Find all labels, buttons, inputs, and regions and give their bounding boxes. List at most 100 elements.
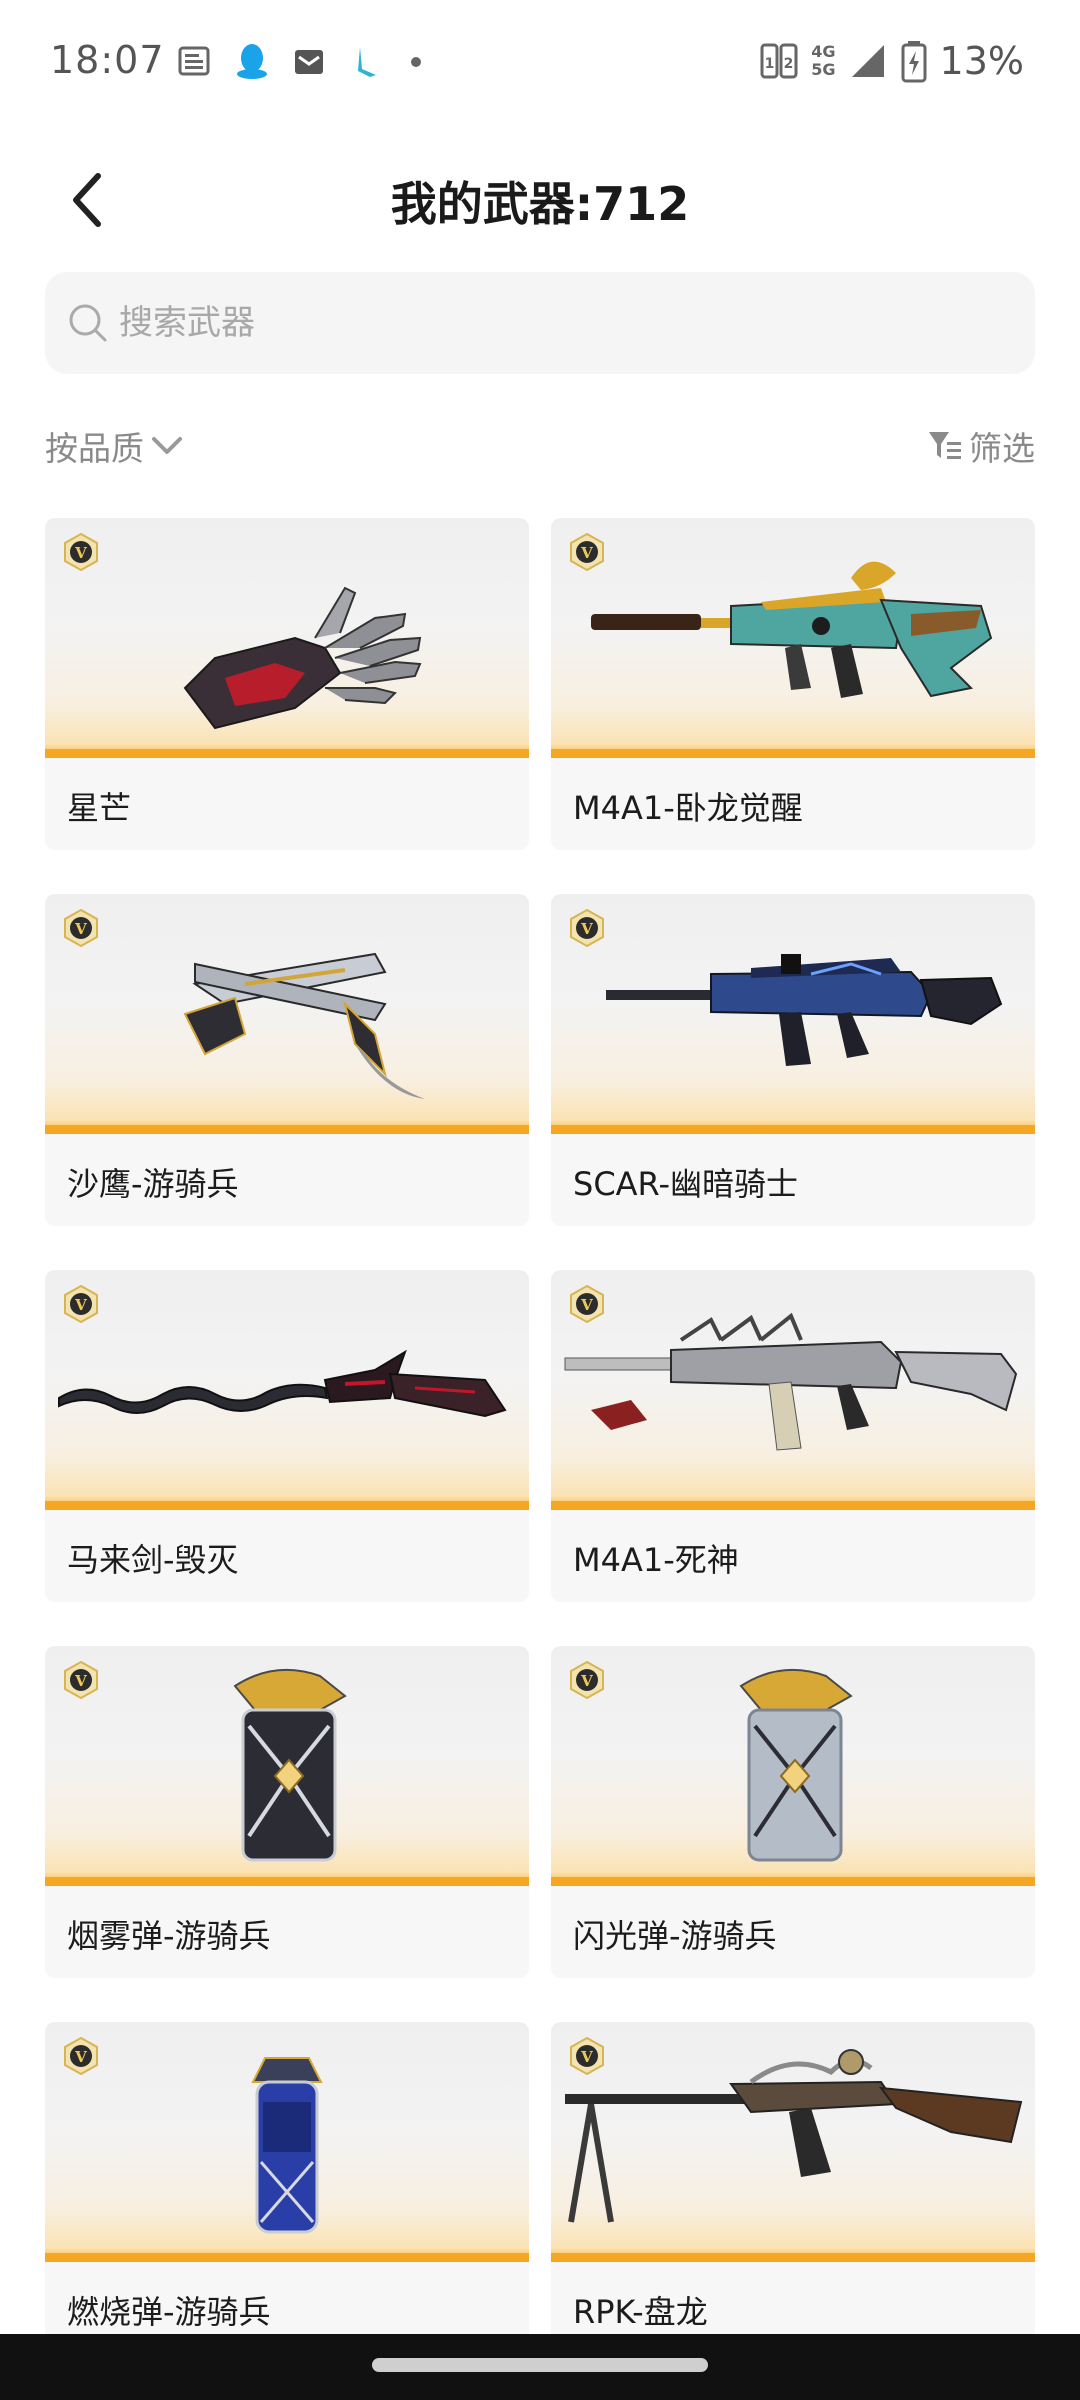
- svg-text:V: V: [74, 1672, 87, 1690]
- weapon-image: V: [45, 2022, 529, 2262]
- battery-icon: [901, 41, 927, 83]
- status-time: 18:07: [50, 38, 165, 82]
- rarity-bar: [551, 2253, 1035, 2262]
- vip-badge-icon: V: [64, 2036, 98, 2076]
- network-type: 4G 5G: [811, 43, 835, 79]
- sort-label: 按品质: [45, 429, 144, 468]
- svg-text:V: V: [580, 1672, 593, 1690]
- vip-badge-icon: V: [570, 908, 604, 948]
- svg-text:V: V: [580, 1296, 593, 1314]
- rarity-bar: [45, 1125, 529, 1134]
- home-indicator[interactable]: [372, 2358, 708, 2372]
- weapon-card[interactable]: V 沙鹰-游骑兵: [45, 894, 529, 1226]
- weapon-name: M4A1-死神: [573, 1541, 739, 1579]
- rarity-bar: [551, 1501, 1035, 1510]
- weapon-card[interactable]: V 烟雾弹-游骑兵: [45, 1646, 529, 1978]
- svg-text:2: 2: [784, 56, 794, 72]
- machine-gun-icon: [565, 2049, 1023, 2223]
- weapon-card[interactable]: V 马来剑-毁灭: [45, 1270, 529, 1602]
- weapon-image: V: [551, 894, 1035, 1134]
- sword-icon: [58, 1349, 507, 1418]
- svg-text:V: V: [74, 544, 87, 562]
- weapon-image: V: [45, 1270, 529, 1510]
- weapon-image: V: [551, 518, 1035, 758]
- rarity-bar: [551, 1125, 1035, 1134]
- svg-text:V: V: [74, 1296, 87, 1314]
- search-icon: [69, 304, 107, 342]
- network-label-4g: 4G: [811, 42, 836, 61]
- filter-label: 筛选: [969, 429, 1035, 468]
- weapon-name: 马来剑-毁灭: [67, 1541, 239, 1579]
- svg-text:V: V: [74, 2048, 87, 2066]
- vip-badge-icon: V: [64, 908, 98, 948]
- sort-dropdown[interactable]: 按品质: [45, 420, 184, 472]
- weapon-name: 沙鹰-游骑兵: [67, 1165, 239, 1203]
- grenade-icon: [233, 1668, 347, 1862]
- filter-icon: [929, 432, 961, 459]
- rarity-bar: [45, 1877, 529, 1886]
- weapon-card[interactable]: V SCAR-幽暗骑士: [551, 894, 1035, 1226]
- rifle-icon: [564, 1312, 1018, 1451]
- system-icons: 12 4G 5G 13%: [759, 36, 1024, 86]
- news-icon: [178, 46, 210, 76]
- qq-icon: [237, 44, 267, 79]
- weapon-card[interactable]: V M4A1-卧龙觉醒: [551, 518, 1035, 850]
- weapon-image: V: [551, 2022, 1035, 2262]
- svg-text:1: 1: [765, 56, 775, 72]
- weapon-name: 燃烧弹-游骑兵: [67, 2293, 271, 2331]
- vip-badge-icon: V: [570, 1284, 604, 1324]
- pistol-icon: [183, 952, 425, 1099]
- weapon-name: 星芒: [67, 789, 132, 827]
- battery-percent: 13%: [939, 39, 1024, 83]
- vip-badge-icon: V: [64, 1284, 98, 1324]
- weapon-name: M4A1-卧龙觉醒: [573, 789, 803, 827]
- grenade-icon: [251, 2057, 323, 2234]
- tool-icon: [358, 47, 376, 77]
- weapon-card[interactable]: V 燃烧弹-游骑兵: [45, 2022, 529, 2354]
- weapon-card[interactable]: V 星芒: [45, 518, 529, 850]
- weapon-name: 闪光弹-游骑兵: [573, 1917, 777, 1955]
- rarity-bar: [45, 1501, 529, 1510]
- rifle-icon: [606, 954, 1003, 1066]
- weapon-name: RPK-盘龙: [573, 2293, 708, 2331]
- rifle-icon: [591, 561, 993, 698]
- notification-icons: [176, 40, 428, 84]
- dot-icon: [411, 57, 421, 67]
- mail-icon: [295, 50, 323, 74]
- svg-text:V: V: [580, 544, 593, 562]
- signal-icon: [851, 45, 884, 77]
- weapon-name: SCAR-幽暗骑士: [573, 1165, 799, 1203]
- search-input[interactable]: [119, 303, 979, 343]
- sim-icon: 12: [760, 43, 798, 79]
- search-box[interactable]: [45, 272, 1035, 374]
- weapon-image: V: [45, 894, 529, 1134]
- status-bar: 18:07 12 4G 5G 13%: [0, 0, 1080, 130]
- weapon-card[interactable]: V RPK-盘龙: [551, 2022, 1035, 2354]
- weapon-image: V: [551, 1270, 1035, 1510]
- network-label-5g: 5G: [811, 60, 836, 79]
- svg-text:V: V: [580, 2048, 593, 2066]
- vip-badge-icon: V: [64, 532, 98, 572]
- chevron-down-icon: [152, 437, 182, 454]
- vip-badge-icon: V: [570, 1660, 604, 1700]
- weapon-image: V: [45, 1646, 529, 1886]
- weapon-image: V: [551, 1646, 1035, 1886]
- grenade-icon: [739, 1668, 853, 1862]
- page-title: 我的武器:712: [390, 177, 690, 231]
- weapon-image: V: [45, 518, 529, 758]
- system-nav-bar: [0, 2334, 1080, 2400]
- svg-text:V: V: [74, 920, 87, 938]
- weapon-card[interactable]: V 闪光弹-游骑兵: [551, 1646, 1035, 1978]
- svg-text:V: V: [580, 920, 593, 938]
- vip-badge-icon: V: [570, 2036, 604, 2076]
- rarity-bar: [551, 749, 1035, 758]
- vip-badge-icon: V: [570, 532, 604, 572]
- rarity-bar: [551, 1877, 1035, 1886]
- screen: 18:07 12 4G 5G 13% 我的武器:712 按品质: [0, 0, 1080, 2400]
- rarity-bar: [45, 749, 529, 758]
- filter-button[interactable]: 筛选: [927, 420, 1035, 472]
- gauntlet-icon: [183, 586, 422, 730]
- weapon-name: 烟雾弹-游骑兵: [67, 1917, 271, 1955]
- rarity-bar: [45, 2253, 529, 2262]
- weapon-card[interactable]: V M4A1-死神: [551, 1270, 1035, 1602]
